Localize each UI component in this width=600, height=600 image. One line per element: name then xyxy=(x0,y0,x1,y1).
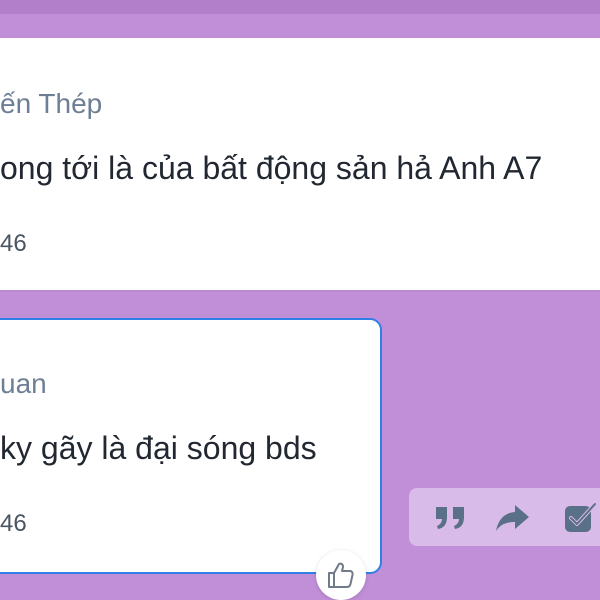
forward-button[interactable] xyxy=(491,496,535,540)
reaction-button[interactable] xyxy=(316,550,366,600)
message-sender-name[interactable]: uan xyxy=(0,368,47,400)
forward-icon xyxy=(496,505,529,531)
message-time: 46 xyxy=(0,510,27,537)
message-bubble[interactable]: ến Thép ong tới là của bất động sản hả A… xyxy=(0,38,600,290)
message-text: ky gãy là đại sóng bds xyxy=(0,430,317,466)
message-text: ong tới là của bất động sản hả Anh A7 xyxy=(0,150,543,186)
quote-button[interactable] xyxy=(429,496,473,540)
chat-top-edge xyxy=(0,0,600,14)
thumbs-up-icon xyxy=(328,562,354,588)
select-message-button[interactable] xyxy=(557,496,600,540)
checkbox-icon xyxy=(565,502,597,532)
message-sender-name[interactable]: ến Thép xyxy=(0,88,102,120)
quote-icon xyxy=(436,507,464,529)
message-time: 46 xyxy=(0,230,27,257)
message-bubble-selected[interactable]: uan ky gãy là đại sóng bds 46 xyxy=(0,318,382,574)
message-action-bar xyxy=(409,488,600,546)
